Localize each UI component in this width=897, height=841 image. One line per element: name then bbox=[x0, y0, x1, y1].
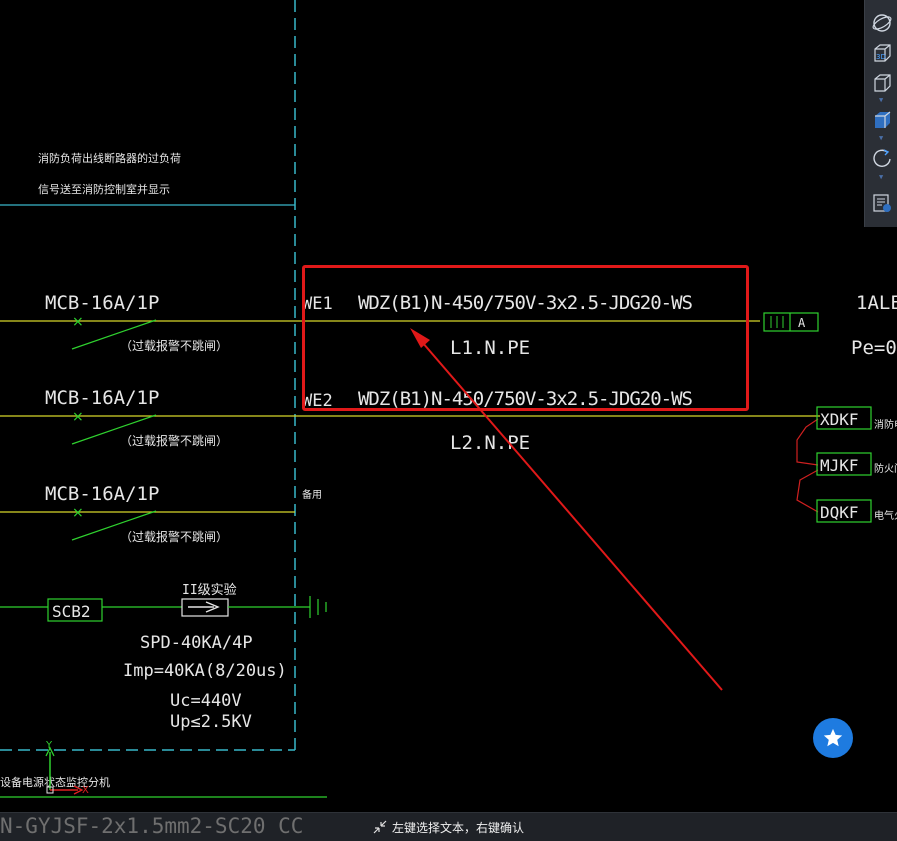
status-cable-text: N-GYJSF-2x1.5mm2-SC20 CC bbox=[0, 814, 304, 838]
monitor-label: 设备电源状态监控分机 bbox=[0, 775, 110, 789]
chevron-down-icon[interactable]: ▼ bbox=[879, 135, 885, 142]
load-name: 1ALEE bbox=[856, 292, 897, 314]
orbit-icon[interactable] bbox=[869, 10, 895, 36]
breaker-1-label: MCB-16A/1P bbox=[45, 292, 159, 314]
spd-arrow-icon bbox=[188, 601, 220, 613]
spd-rating: SPD-40KA/4P bbox=[140, 633, 253, 653]
note-line-1: 消防负荷出线断路器的过负荷 bbox=[38, 151, 181, 165]
note-line-2: 信号送至消防控制室并显示 bbox=[38, 182, 170, 196]
3d-view-icon[interactable]: 3D bbox=[869, 40, 895, 66]
breaker-1-note: （过载报警不跳闸） bbox=[120, 338, 228, 353]
module-link-2 bbox=[796, 469, 819, 513]
cad-drawing-canvas[interactable]: 消防负荷出线断路器的过负荷 信号送至消防控制室并显示 × MCB-16A/1P … bbox=[0, 0, 897, 840]
circuit-2-phase: L2.N.PE bbox=[450, 432, 530, 454]
spare-label: 备用 bbox=[302, 488, 322, 501]
svg-text:X: X bbox=[82, 785, 89, 796]
breaker-2-note: （过载报警不跳闸） bbox=[120, 433, 228, 448]
star-icon bbox=[823, 728, 843, 747]
status-hint: 左键选择文本，右键确认 bbox=[392, 821, 525, 835]
view-cube-icon[interactable] bbox=[869, 70, 895, 96]
spd-imp: Imp=40KA(8/20us) bbox=[123, 661, 287, 681]
module-mjkf-desc: 防火门 bbox=[874, 462, 897, 475]
breaker-3-label: MCB-16A/1P bbox=[45, 483, 159, 505]
meter-label: A bbox=[798, 316, 806, 330]
chevron-down-icon[interactable]: ▼ bbox=[879, 97, 885, 104]
spd-uc: Uc=440V bbox=[170, 691, 242, 711]
spd-up: Up≤2.5KV bbox=[170, 712, 252, 732]
spd-class-label: II级实验 bbox=[182, 582, 237, 598]
svg-text:3D: 3D bbox=[876, 53, 886, 61]
breaker-3-x-mark: × bbox=[72, 505, 84, 521]
svg-text:Y: Y bbox=[45, 740, 53, 751]
chevron-down-icon[interactable]: ▼ bbox=[879, 174, 885, 181]
module-xdkf-desc: 消防电 bbox=[874, 418, 897, 431]
meter-box bbox=[763, 312, 819, 332]
breaker-1-x-mark: × bbox=[72, 314, 84, 330]
scb-label: SCB2 bbox=[52, 602, 91, 621]
layer-properties-icon[interactable] bbox=[869, 190, 895, 216]
status-bar: N-GYJSF-2x1.5mm2-SC20 CC 左键选择文本，右键确认 bbox=[0, 812, 897, 841]
module-mjkf-label: MJKF bbox=[820, 456, 859, 475]
selection-highlight-box bbox=[302, 265, 749, 411]
module-link-1 bbox=[796, 418, 819, 466]
breaker-3-note: （过载报警不跳闸） bbox=[120, 529, 228, 544]
collapse-icon bbox=[373, 820, 387, 834]
module-xdkf-label: XDKF bbox=[820, 410, 859, 429]
load-power: Pe=0.5 bbox=[851, 337, 897, 359]
module-dqkf-desc: 电气火灾 bbox=[874, 509, 897, 522]
module-dqkf-label: DQKF bbox=[820, 503, 859, 522]
favorite-star-button[interactable] bbox=[813, 718, 853, 758]
breaker-2-label: MCB-16A/1P bbox=[45, 387, 159, 409]
breaker-2-x-mark: × bbox=[72, 409, 84, 425]
solid-cube-icon[interactable] bbox=[869, 107, 895, 133]
rotate-icon[interactable] bbox=[869, 145, 895, 171]
view-toolbar: 3D ▼ ▼ ▼ bbox=[864, 0, 897, 227]
